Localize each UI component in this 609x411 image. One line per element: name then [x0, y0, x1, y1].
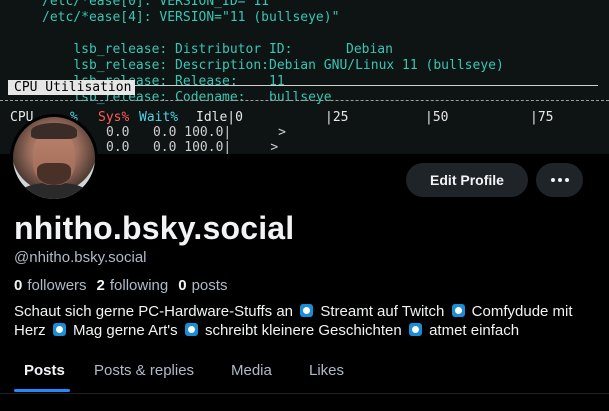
terminal-line: /etc/*ease[0]: VERSION_ID="11": [42, 0, 277, 9]
profile-handle: @nhitho.bsky.social: [14, 249, 147, 266]
record-button-emoji-icon: [451, 304, 465, 317]
cpu-col-wait: Wait%: [139, 110, 179, 125]
posts-count: 0: [178, 277, 187, 294]
lsb-value: Debian GNU/Linux 11 (bullseye): [269, 58, 504, 73]
posts-label: posts: [191, 277, 228, 294]
cpu-scale-75: |75: [530, 110, 554, 125]
cpu-col-idle: Idle|0: [196, 110, 243, 125]
followers-stat[interactable]: 0 followers: [14, 277, 87, 294]
cpu-scale-25: |25: [325, 110, 349, 125]
record-button-emoji-icon: [300, 304, 314, 317]
cpu-row: 0.0 0.0 100.0| >: [106, 125, 287, 140]
tabs-divider: [0, 393, 609, 394]
avatar-hair: [31, 123, 77, 139]
posts-stat: 0 posts: [178, 277, 227, 294]
record-button-emoji-icon: [184, 323, 198, 336]
cpu-row: 0.0 0.0 100.0| >: [106, 140, 279, 154]
ellipsis-icon: [550, 178, 569, 182]
cpu-scale-50: |50: [425, 110, 449, 125]
bio-segment: schreibt kleinere Geschichten: [204, 322, 402, 339]
record-button-emoji-icon: [52, 323, 66, 336]
bio-segment: Schaut sich gerne PC-Hardware-Stuffs an: [14, 303, 294, 320]
avatar-beard: [37, 163, 71, 185]
profile-stats: 0 followers 2 following 0 posts: [14, 277, 227, 294]
display-name: nhitho.bsky.social: [14, 210, 295, 246]
profile-banner[interactable]: /etc/*ease[0]: VERSION_ID="11" /etc/*eas…: [0, 0, 609, 154]
bio-segment: Mag gerne Art's: [73, 322, 178, 339]
followers-count: 0: [14, 277, 23, 294]
cpu-panel-border: [8, 85, 598, 154]
tab-posts-and-replies[interactable]: Posts & replies: [94, 350, 194, 390]
more-options-button[interactable]: [536, 163, 583, 197]
following-label: following: [109, 277, 169, 294]
avatar-shirt: [19, 183, 89, 199]
terminal-line: /etc/*ease[4]: VERSION="11 (bullseye)": [42, 10, 340, 25]
cpu-ruler: [0, 100, 609, 101]
bio-segment: atmet einfach: [429, 322, 520, 339]
tab-posts[interactable]: Posts: [24, 350, 65, 390]
active-tab-indicator: [14, 389, 70, 392]
record-button-emoji-icon: [408, 323, 422, 336]
following-stat[interactable]: 2 following: [97, 277, 169, 294]
cpu-col-sys: Sys%: [98, 110, 130, 125]
followers-label: followers: [27, 277, 87, 294]
lsb-value: Debian: [346, 42, 393, 57]
cpu-panel-title: CPU Utilisation: [8, 80, 136, 95]
tab-media[interactable]: Media: [231, 350, 272, 390]
avatar[interactable]: [10, 114, 98, 202]
tab-likes[interactable]: Likes: [309, 350, 344, 390]
profile-tabs: Posts Posts & replies Media Likes: [0, 350, 609, 395]
following-count: 2: [96, 277, 105, 294]
edit-profile-button[interactable]: Edit Profile: [406, 163, 528, 197]
profile-bio: Schaut sich gerne PC-Hardware-Stuffs an …: [14, 302, 594, 340]
bio-segment: Streamt auf Twitch: [320, 303, 445, 320]
